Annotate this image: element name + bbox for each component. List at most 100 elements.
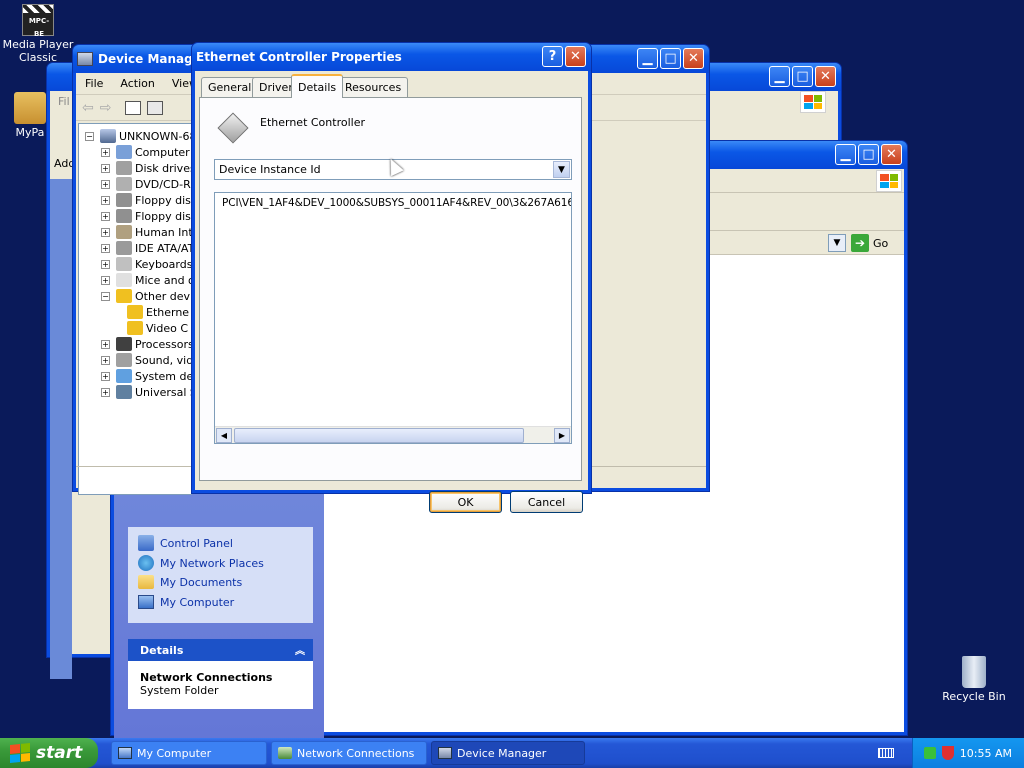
recycle-bin-icon [962, 656, 986, 688]
clock[interactable]: 10:55 AM [960, 747, 1012, 760]
tree-root[interactable]: − UNKNOWN-681 [85, 128, 191, 144]
property-dropdown-value: Device Instance Id [219, 163, 321, 176]
other-places-item-network-places[interactable]: My Network Places [138, 555, 264, 571]
ok-button[interactable]: OK [429, 491, 502, 513]
properties-icon[interactable] [147, 100, 164, 115]
task-network-connections[interactable]: Network Connections [271, 741, 427, 765]
taskbar: start My Computer Network Connections De… [0, 738, 1024, 768]
tree-category[interactable]: − Other devic [101, 288, 191, 304]
expand-icon[interactable]: + [101, 179, 110, 189]
dialog-titlebar[interactable]: Ethernet Controller Properties [192, 43, 591, 71]
properties-dialog[interactable]: Ethernet Controller Properties ? ✕ Gener… [191, 42, 592, 513]
close-button[interactable]: ✕ [815, 66, 836, 87]
tab-details[interactable]: Details [291, 74, 344, 98]
tree-category[interactable]: + Floppy disk [101, 208, 191, 224]
keyboard-icon[interactable] [878, 748, 894, 758]
tree-category[interactable]: + IDE ATA/AT [101, 240, 191, 256]
other-places-item-my-documents[interactable]: My Documents [138, 575, 242, 589]
tree-item-label: Processors [135, 337, 192, 351]
start-button[interactable]: start [0, 738, 98, 768]
tree-category[interactable]: + Floppy disk [101, 192, 191, 208]
tree-category[interactable]: + System dev [101, 368, 191, 384]
scroll-right-button[interactable]: ▶ [554, 428, 570, 443]
close-button[interactable]: ✕ [565, 46, 586, 67]
clapperboard-icon: MPC-BE [22, 4, 54, 38]
cancel-button[interactable]: Cancel [510, 491, 583, 513]
device-manager-controls: ▁ □ ✕ [637, 48, 704, 69]
property-value-item[interactable]: PCI\VEN_1AF4&DEV_1000&SUBSYS_00011AF4&RE… [222, 197, 571, 209]
menu-action[interactable]: Action [120, 77, 154, 90]
device-tree: − UNKNOWN-681 + Computer + Disk drives + DVD/… [78, 123, 192, 495]
forward-arrow-icon[interactable]: ⇨ [100, 100, 112, 116]
close-button[interactable]: ✕ [881, 144, 902, 165]
windows-logo-icon [10, 742, 30, 764]
expand-icon[interactable]: + [101, 147, 110, 157]
other-places-item-my-computer[interactable]: My Computer [138, 595, 234, 609]
properties-view-icon[interactable] [125, 100, 142, 115]
desktop-icon-media-player[interactable]: MPC-BE Media Player Classic [0, 4, 76, 64]
tab-general[interactable]: General [201, 77, 259, 97]
network-window-controls: ▁ □ ✕ [835, 144, 902, 165]
tree-item-label: Computer [135, 145, 190, 159]
device-category-icon [116, 225, 132, 239]
task-device-manager[interactable]: Device Manager [431, 741, 585, 765]
other-places-label: My Documents [160, 575, 243, 589]
expand-icon[interactable]: + [101, 339, 110, 349]
tree-category[interactable]: + Keyboards [101, 256, 191, 272]
other-places-item-control-panel[interactable]: Control Panel [138, 535, 233, 551]
tree-category[interactable]: + Human Inte [101, 224, 191, 240]
tree-category[interactable]: + Universal S [101, 384, 191, 400]
desktop-icon-recycle-bin[interactable]: Recycle Bin [936, 656, 1012, 703]
tree-item-label: Disk drives [135, 161, 192, 175]
tree-child-item[interactable]: Etherne [127, 304, 189, 320]
close-button[interactable]: ✕ [683, 48, 704, 69]
expand-icon[interactable]: + [101, 211, 110, 221]
address-dropdown-button[interactable]: ▼ [828, 234, 846, 252]
details-panel-header[interactable]: Details ︽ [128, 639, 313, 661]
expand-icon[interactable]: + [101, 371, 110, 381]
minimize-button[interactable]: ▁ [769, 66, 790, 87]
scroll-thumb[interactable] [234, 428, 524, 443]
go-button[interactable]: ➔ Go [851, 234, 888, 252]
back-arrow-icon[interactable]: ⇦ [82, 100, 94, 116]
collapse-icon[interactable]: − [85, 131, 94, 141]
minimize-button[interactable]: ▁ [637, 48, 658, 69]
details-name: Network Connections [140, 671, 273, 684]
expand-icon[interactable]: + [101, 259, 110, 269]
expand-icon[interactable]: + [101, 355, 110, 365]
tree-category[interactable]: + DVD/CD-RO [101, 176, 191, 192]
maximize-button[interactable]: □ [858, 144, 879, 165]
tree-category[interactable]: + Disk drives [101, 160, 192, 176]
expand-icon[interactable]: + [101, 275, 110, 285]
tab-resources[interactable]: Resources [338, 77, 409, 97]
tree-child-item[interactable]: Video C [127, 320, 188, 336]
tree-category[interactable]: + Mice and ot [101, 272, 191, 288]
back-window-left-pane [50, 179, 72, 679]
maximize-button[interactable]: □ [660, 48, 681, 69]
chevron-down-icon[interactable]: ▼ [553, 161, 570, 178]
device-category-icon [116, 257, 132, 271]
property-value-list[interactable]: PCI\VEN_1AF4&DEV_1000&SUBSYS_00011AF4&RE… [214, 192, 572, 444]
tree-category[interactable]: + Sound, vide [101, 352, 191, 368]
minimize-button[interactable]: ▁ [835, 144, 856, 165]
horizontal-scrollbar[interactable]: ◀ ▶ [215, 426, 571, 443]
tree-category[interactable]: + Computer [101, 144, 190, 160]
warning-device-icon [127, 321, 143, 335]
expand-icon[interactable]: + [101, 243, 110, 253]
collapse-icon[interactable]: − [101, 291, 110, 301]
scroll-left-button[interactable]: ◀ [216, 428, 232, 443]
security-shield-icon[interactable] [941, 746, 954, 760]
expand-icon[interactable]: + [101, 163, 110, 173]
task-my-computer[interactable]: My Computer [111, 741, 267, 765]
expand-icon[interactable]: + [101, 387, 110, 397]
expand-icon[interactable]: + [101, 227, 110, 237]
back-window-menu[interactable]: Fil [58, 95, 70, 108]
network-connections-icon [278, 747, 292, 759]
tree-item-label: Sound, vide [135, 353, 191, 367]
tree-category[interactable]: + Processors [101, 336, 192, 352]
expand-icon[interactable]: + [101, 195, 110, 205]
network-tray-icon[interactable] [923, 747, 936, 759]
help-button[interactable]: ? [542, 46, 563, 67]
menu-file[interactable]: File [85, 77, 103, 90]
maximize-button[interactable]: □ [792, 66, 813, 87]
